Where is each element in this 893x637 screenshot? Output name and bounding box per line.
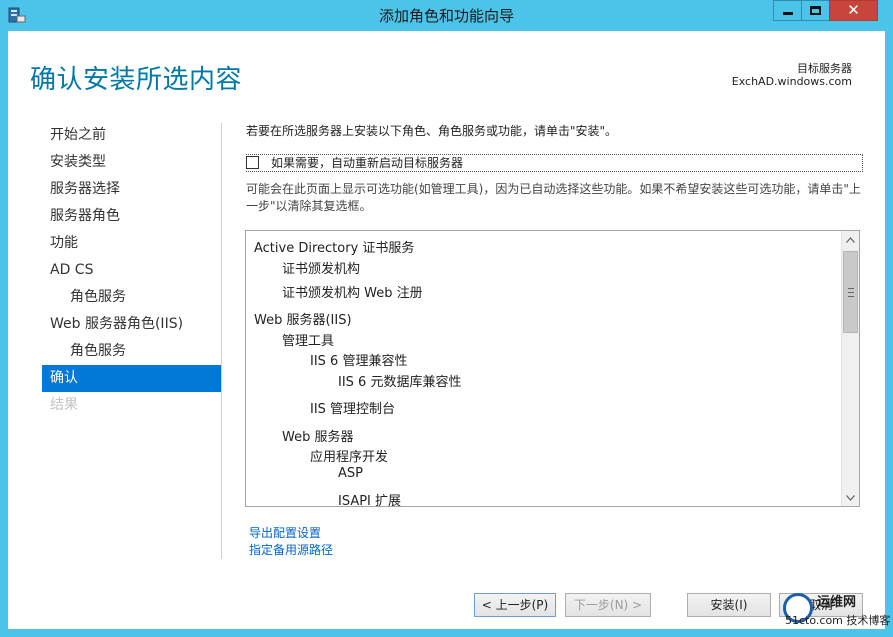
nav-item-iis-role-services[interactable]: 角色服务 [42, 338, 221, 365]
install-button[interactable]: 安装(I) [687, 593, 771, 617]
feature-item: Web 服务器(IIS) [254, 313, 352, 328]
nav-item-installation-type[interactable]: 安装类型 [42, 149, 221, 176]
feature-item: Active Directory 证书服务 [254, 241, 415, 256]
scrollbar-thumb[interactable] [843, 251, 858, 333]
close-icon: ✕ [847, 1, 860, 19]
scroll-down-button[interactable] [842, 489, 859, 506]
nav-item-web-server-role[interactable]: Web 服务器角色(IIS) [42, 311, 221, 338]
nav-item-results: 结果 [50, 397, 78, 413]
nav-item-server-selection[interactable]: 服务器选择 [42, 176, 221, 203]
intro-text: 若要在所选服务器上安装以下角色、角色服务或功能，请单击"安装"。 [246, 124, 618, 138]
site-watermark: 运维网 51cto.com 技术博客 [775, 591, 893, 631]
feature-item: 证书颁发机构 Web 注册 [282, 286, 423, 301]
close-button[interactable]: ✕ [829, 0, 878, 21]
nav-item-adcs-role-services[interactable]: 角色服务 [42, 284, 221, 311]
destination-server-label: 目标服务器 [797, 62, 852, 75]
next-button: 下一步(N) > [565, 593, 651, 617]
selected-features-list[interactable]: Active Directory 证书服务 证书颁发机构 证书颁发机构 Web … [245, 230, 860, 507]
feature-item: IIS 管理控制台 [310, 402, 396, 417]
features-scrollbar[interactable] [841, 231, 859, 506]
chevron-down-icon [846, 494, 855, 501]
export-configuration-link[interactable]: 导出配置设置 [249, 524, 321, 541]
wizard-client-area: 确认安装所选内容 目标服务器 ExchAD.windows.com 开始之前 安… [8, 31, 885, 629]
nav-item-before-you-begin[interactable]: 开始之前 [42, 122, 221, 149]
nav-divider [221, 123, 222, 559]
chevron-up-icon [846, 236, 855, 243]
alternate-source-path-link[interactable]: 指定备用源路径 [249, 541, 333, 558]
feature-item: IIS 6 元数据库兼容性 [338, 375, 462, 390]
feature-item: IIS 6 管理兼容性 [310, 354, 408, 369]
optional-features-note: 可能会在此页面上显示可选功能(如管理工具)，因为已自动选择这些功能。如果不希望安… [246, 182, 861, 213]
features-list-content: Active Directory 证书服务 证书颁发机构 证书颁发机构 Web … [246, 231, 841, 506]
previous-button[interactable]: < 上一步(P) [474, 593, 556, 617]
feature-item: 应用程序开发 [310, 450, 389, 465]
destination-server-name: ExchAD.windows.com [731, 75, 852, 88]
nav-item-features[interactable]: 功能 [42, 230, 221, 257]
restart-checkbox[interactable] [246, 156, 259, 169]
watermark-title: 运维网 [817, 595, 857, 610]
feature-item: ASP [338, 466, 363, 481]
nav-item-confirmation[interactable]: 确认 [42, 365, 221, 392]
minimize-button[interactable] [773, 0, 801, 21]
scrollbar-grip-icon [848, 288, 854, 297]
feature-item: ISAPI 扩展 [338, 494, 402, 507]
minimize-icon [782, 12, 793, 15]
title-bar: 添加角色和功能向导 ✕ [0, 0, 893, 31]
feature-item: 证书颁发机构 [282, 262, 361, 277]
watermark-subtitle: 51cto.com 技术博客 [785, 614, 891, 627]
maximize-button[interactable] [801, 0, 829, 21]
restart-checkbox-label[interactable]: 如果需要，自动重新启动目标服务器 [271, 154, 463, 171]
window-title: 添加角色和功能向导 [378, 7, 514, 25]
feature-item: 管理工具 [282, 334, 335, 349]
nav-item-ad-cs[interactable]: AD CS [42, 257, 221, 284]
scroll-up-button[interactable] [842, 231, 859, 248]
nav-item-server-roles[interactable]: 服务器角色 [42, 203, 221, 230]
page-title: 确认安装所选内容 [30, 65, 243, 95]
maximize-icon [810, 6, 821, 15]
wizard-navigation: 开始之前 安装类型 服务器选择 服务器角色 功能 AD CS 角色服务 Web … [42, 122, 221, 419]
feature-item: Web 服务器 [282, 430, 354, 445]
